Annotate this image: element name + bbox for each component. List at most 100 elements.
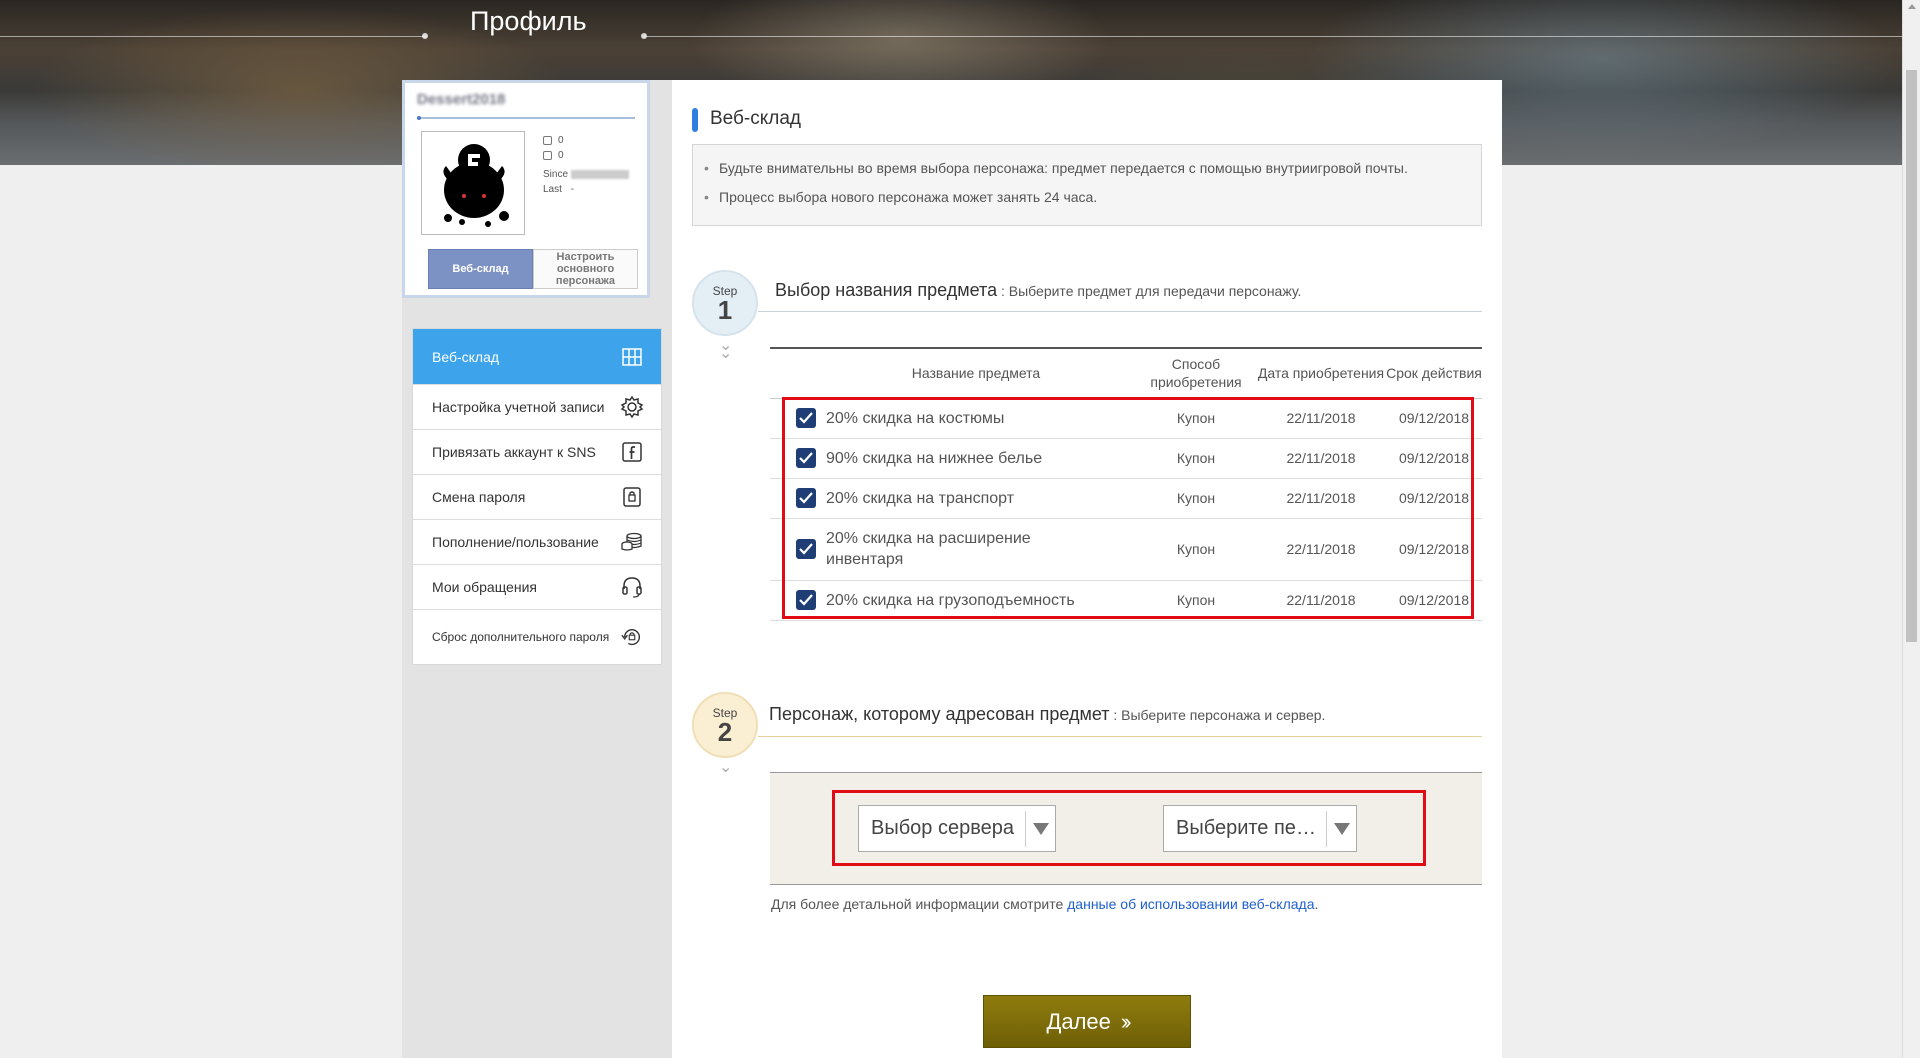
document-icon — [543, 136, 552, 145]
item-name: 90% скидка на нижнее белье — [816, 438, 1136, 479]
dropdown-arrow-icon[interactable] — [1025, 811, 1055, 847]
item-checkbox[interactable] — [796, 539, 816, 559]
notice-box: Будьте внимательны во время выбора персо… — [692, 144, 1482, 226]
character-select-value: Выберите персонажа — [1176, 817, 1324, 839]
profile-divider-dot — [417, 116, 421, 120]
facebook-icon — [621, 441, 643, 463]
dropdown-arrow-icon[interactable] — [1326, 811, 1356, 847]
table-header-method: Способ приобретения — [1136, 347, 1256, 399]
last-row: Last - — [543, 182, 629, 197]
step1-subtitle: : Выберите предмет для передачи персонаж… — [997, 283, 1302, 299]
table-row: 20% скидка на костюмы Купон 22/11/2018 0… — [770, 398, 1482, 439]
avatar-bomb-icon — [443, 144, 509, 227]
last-label: Last — [543, 184, 562, 195]
cash-icon — [543, 151, 552, 160]
next-button-label: Далее — [1046, 1008, 1111, 1034]
since-value-blurred — [570, 169, 629, 179]
table-cell-checkbox — [770, 580, 816, 621]
stat-row: 0 — [543, 133, 629, 148]
item-checkbox[interactable] — [796, 488, 816, 508]
step2-subtitle: : Выберите персонажа и сервер. — [1109, 707, 1326, 723]
step2-title: Персонаж, которому адресован предмет — [769, 704, 1110, 724]
item-checkbox[interactable] — [796, 448, 816, 468]
scroll-up-arrow-icon[interactable] — [1908, 4, 1916, 9]
notice-item: Процесс выбора нового персонажа может за… — [704, 189, 1481, 205]
table-row: 90% скидка на нижнее белье Купон 22/11/2… — [770, 438, 1482, 479]
storage-icon — [621, 346, 643, 368]
item-name: 20% скидка на расширение инвентаря — [816, 518, 1136, 581]
profile-username: Dessert2018 — [417, 91, 506, 108]
table-row: 20% скидка на грузоподъемность Купон 22/… — [770, 580, 1482, 621]
stat-value: 0 — [558, 135, 564, 146]
gear-icon — [621, 396, 643, 418]
checkmark-icon — [799, 594, 813, 606]
sidebar-item-label: Привязать аккаунт к SNS — [432, 444, 596, 460]
item-expiry: 09/12/2018 — [1386, 580, 1482, 621]
next-button[interactable]: Далее ›› — [983, 995, 1191, 1048]
info-text: Для более детальной информации смотрите … — [771, 896, 1318, 912]
item-method: Купон — [1136, 478, 1256, 519]
sidebar-item-payments[interactable]: Пополнение/пользование — [413, 520, 661, 565]
page-scrollbar[interactable] — [1902, 0, 1920, 1058]
chevron-down-icon: ⌄ ⌄ — [719, 337, 733, 362]
table-header-expiry: Срок действия — [1386, 347, 1482, 399]
item-method: Купон — [1136, 518, 1256, 581]
sidebar-item-account-settings[interactable]: Настройка учетной записи — [413, 385, 661, 430]
table-header-date: Дата приобретения — [1256, 347, 1386, 399]
step-number: 1 — [717, 295, 733, 325]
sidebar-item-support-tickets[interactable]: Мои обращения — [413, 565, 661, 610]
info-prefix: Для более детальной информации смотрите — [771, 896, 1068, 912]
banner-divider-left — [0, 36, 426, 37]
coins-icon — [621, 531, 643, 553]
stat-value: 0 — [558, 150, 564, 161]
item-expiry: 09/12/2018 — [1386, 478, 1482, 519]
sidebar-item-label: Пополнение/пользование — [432, 534, 599, 550]
item-date: 22/11/2018 — [1256, 438, 1386, 479]
sidebar-item-label: Мои обращения — [432, 579, 537, 595]
sidebar-item-websklad[interactable]: Веб-склад — [413, 329, 661, 385]
item-checkbox[interactable] — [796, 590, 816, 610]
step-number: 2 — [717, 717, 733, 747]
items-table: Название предмета Способ приобретения Да… — [770, 347, 1482, 621]
step1-divider — [758, 311, 1482, 312]
sidebar-menu: Веб-склад Настройка учетной записи Привя… — [412, 328, 662, 665]
sidebar-item-sns[interactable]: Привязать аккаунт к SNS — [413, 430, 661, 475]
item-date: 22/11/2018 — [1256, 398, 1386, 439]
headset-icon — [621, 576, 643, 598]
websklad-button[interactable]: Веб-склад — [428, 249, 533, 289]
checkmark-icon — [799, 492, 813, 504]
reset-icon — [621, 626, 643, 648]
scrollbar-thumb[interactable] — [1906, 70, 1917, 642]
double-chevron-right-icon: ›› — [1120, 1008, 1131, 1034]
main-character-button[interactable]: Настроить основного персонажа — [533, 249, 638, 289]
usage-info-link[interactable]: данные об использовании веб-склада — [1067, 896, 1314, 912]
sidebar-item-label: Веб-склад — [432, 348, 500, 365]
item-checkbox[interactable] — [796, 408, 816, 428]
checkmark-icon — [799, 452, 813, 464]
since-row: Since — [543, 167, 629, 182]
server-select[interactable]: Выбор сервера — [858, 805, 1056, 852]
step1-title: Выбор названия предмета — [775, 280, 998, 300]
info-suffix: . — [1314, 896, 1319, 912]
since-label: Since — [543, 169, 569, 180]
table-row: 20% скидка на транспорт Купон 22/11/2018… — [770, 478, 1482, 519]
item-date: 22/11/2018 — [1256, 518, 1386, 581]
table-header-checkbox — [770, 347, 816, 399]
lock-icon — [621, 486, 643, 508]
step2-divider — [758, 736, 1482, 737]
item-date: 22/11/2018 — [1256, 478, 1386, 519]
character-select[interactable]: Выберите персонажа — [1163, 805, 1357, 852]
table-header-row: Название предмета Способ приобретения Да… — [770, 347, 1482, 399]
step2-badge: Step 2 — [692, 692, 758, 758]
page-title: Профиль — [470, 6, 587, 36]
step1-heading: Выбор названия предмета : Выберите предм… — [775, 280, 1301, 301]
sidebar-item-change-password[interactable]: Смена пароля — [413, 475, 661, 520]
table-cell-checkbox — [770, 398, 816, 439]
item-expiry: 09/12/2018 — [1386, 398, 1482, 439]
sidebar-item-reset-secondary-password[interactable]: Сброс дополнительного пароля — [413, 610, 661, 664]
item-date: 22/11/2018 — [1256, 580, 1386, 621]
profile-stats: 0 0 Since Last - — [543, 133, 629, 197]
item-expiry: 09/12/2018 — [1386, 438, 1482, 479]
last-value: - — [570, 184, 575, 195]
server-select-value: Выбор сервера — [871, 817, 1014, 839]
